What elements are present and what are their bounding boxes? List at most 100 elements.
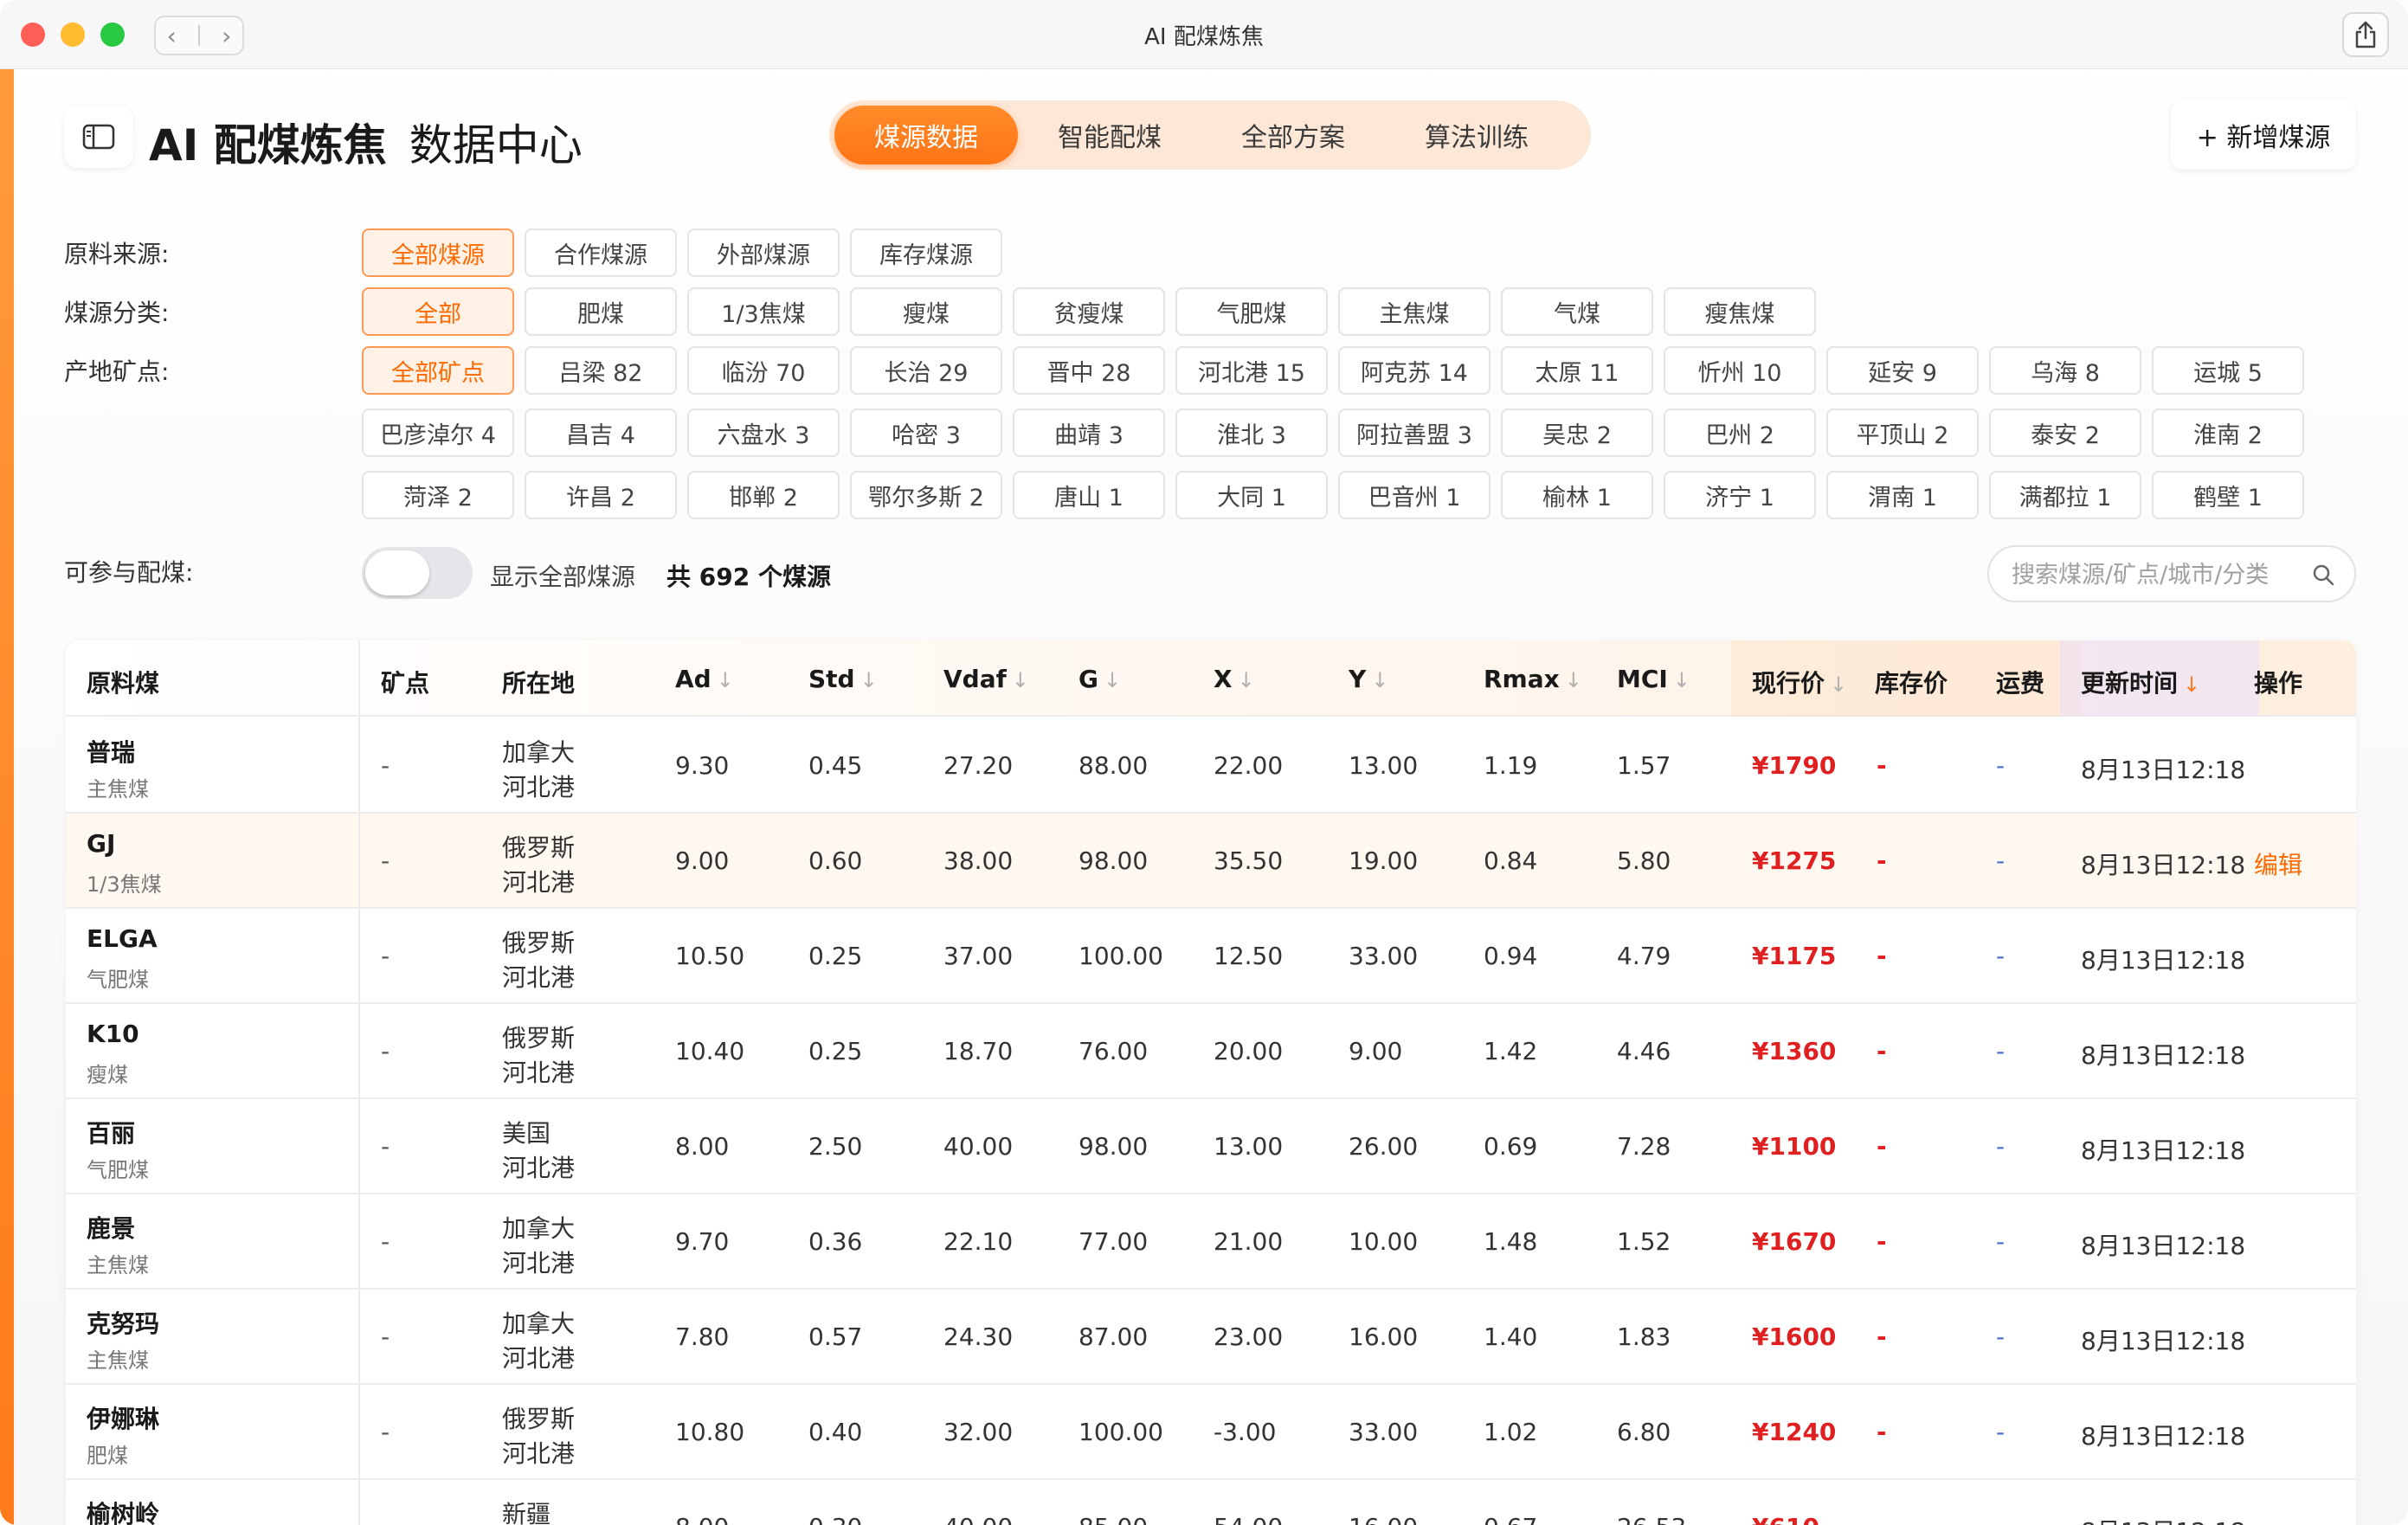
table-row[interactable]: 克努玛 主焦煤 - 加拿大 河北港 7.80 0.57 24.30 87.00 23.00 16.0… bbox=[66, 1290, 2356, 1385]
source-chip[interactable]: 全部煤源 bbox=[362, 228, 514, 277]
category-chip[interactable]: 1/3焦煤 bbox=[687, 287, 840, 336]
table-row[interactable]: GJ 1/3焦煤 - 俄罗斯 河北港 9.00 0.60 38.00 98.00 35.50 19.… bbox=[66, 814, 2356, 909]
share-button[interactable] bbox=[2342, 12, 2389, 57]
coal-port: 河北港 bbox=[502, 1439, 576, 1468]
origin-chip[interactable]: 唐山 1 bbox=[1013, 471, 1165, 519]
origin-chip[interactable]: 邯郸 2 bbox=[687, 471, 840, 519]
show-all-label: 显示全部煤源 bbox=[490, 563, 636, 591]
origin-chip[interactable]: 吕梁 82 bbox=[525, 346, 677, 395]
table-row[interactable]: 百丽 气肥煤 - 美国 河北港 8.00 2.50 40.00 98.00 13.00 26.00 0… bbox=[66, 1099, 2356, 1194]
origin-chip[interactable]: 阿克苏 14 bbox=[1338, 346, 1491, 395]
category-chip[interactable]: 全部 bbox=[362, 287, 514, 336]
origin-chip[interactable]: 乌海 8 bbox=[1989, 346, 2141, 395]
origin-chip[interactable]: 大同 1 bbox=[1175, 471, 1328, 519]
stock-price: - bbox=[1877, 1513, 1887, 1525]
origin-chip[interactable]: 晋中 28 bbox=[1013, 346, 1165, 395]
origin-chip[interactable]: 曲靖 3 bbox=[1013, 409, 1165, 457]
add-coal-source-button[interactable]: + 新增煤源 bbox=[2171, 100, 2356, 170]
origin-chip[interactable]: 渭南 1 bbox=[1826, 471, 1979, 519]
col-std[interactable]: Std ↓ bbox=[808, 665, 878, 693]
origin-chip[interactable]: 延安 9 bbox=[1826, 346, 1979, 395]
origin-chip[interactable]: 六盘水 3 bbox=[687, 409, 840, 457]
table-row[interactable]: 普瑞 主焦煤 - 加拿大 河北港 9.30 0.45 27.20 88.00 22.00 13.00… bbox=[66, 718, 2356, 814]
origin-chip[interactable]: 巴州 2 bbox=[1664, 409, 1816, 457]
origin-chip[interactable]: 吴忠 2 bbox=[1501, 409, 1653, 457]
source-chip[interactable]: 合作煤源 bbox=[525, 228, 677, 277]
category-chip[interactable]: 瘦煤 bbox=[850, 287, 1002, 336]
origin-chip[interactable]: 泰安 2 bbox=[1989, 409, 2141, 457]
origin-chip[interactable]: 全部矿点 bbox=[362, 346, 514, 395]
col-stock-price: 库存价 bbox=[1875, 669, 1948, 698]
origin-chip[interactable]: 淮南 2 bbox=[2152, 409, 2304, 457]
coal-name: 百丽 bbox=[87, 1119, 136, 1148]
table-row[interactable]: 伊娜琳 肥煤 - 俄罗斯 河北港 10.80 0.40 32.00 100.00 -3.00 33.… bbox=[66, 1385, 2356, 1480]
origin-chip[interactable]: 长治 29 bbox=[850, 346, 1002, 395]
col-y[interactable]: Y ↓ bbox=[1349, 665, 1388, 693]
coal-name: 鹿景 bbox=[87, 1214, 136, 1243]
cell-ad: 9.30 bbox=[675, 751, 730, 780]
tab-coal-data[interactable]: 煤源数据 bbox=[834, 106, 1018, 164]
freight: - bbox=[1996, 1322, 2006, 1351]
tab-all-plans[interactable]: 全部方案 bbox=[1201, 106, 1385, 164]
category-chip[interactable]: 气煤 bbox=[1501, 287, 1653, 336]
origin-chip[interactable]: 忻州 10 bbox=[1664, 346, 1816, 395]
col-vdaf[interactable]: Vdaf ↓ bbox=[943, 665, 1029, 693]
category-chip[interactable]: 肥煤 bbox=[525, 287, 677, 336]
origin-chip[interactable]: 阿拉善盟 3 bbox=[1338, 409, 1491, 457]
origin-chip[interactable]: 临汾 70 bbox=[687, 346, 840, 395]
col-price[interactable]: 现行价 ↓ bbox=[1752, 665, 1847, 699]
col-updated[interactable]: 更新时间 ↓ bbox=[2081, 665, 2200, 699]
origin-chip[interactable]: 淮北 3 bbox=[1175, 409, 1328, 457]
category-chip[interactable]: 主焦煤 bbox=[1338, 287, 1491, 336]
origin-chip[interactable]: 昌吉 4 bbox=[525, 409, 677, 457]
table-row[interactable]: 榆树岭 - 新疆 8.00 0.30 40.00 85.00 54.00 16.00 0.67 26… bbox=[66, 1480, 2356, 1525]
coal-mine: - bbox=[381, 751, 390, 780]
tab-algorithm-training[interactable]: 算法训练 bbox=[1385, 106, 1568, 164]
origin-chip[interactable]: 平顶山 2 bbox=[1826, 409, 1979, 457]
origin-chip[interactable]: 巴音州 1 bbox=[1338, 471, 1491, 519]
origin-chip[interactable]: 太原 11 bbox=[1501, 346, 1653, 395]
freight: - bbox=[1996, 1418, 2006, 1446]
origin-chip[interactable]: 鄂尔多斯 2 bbox=[850, 471, 1002, 519]
category-chip[interactable]: 贫瘦煤 bbox=[1013, 287, 1165, 336]
sidebar-toggle-button[interactable] bbox=[64, 106, 133, 168]
freight: - bbox=[1996, 942, 2006, 970]
col-rmax[interactable]: Rmax ↓ bbox=[1484, 665, 1582, 693]
source-chip[interactable]: 外部煤源 bbox=[687, 228, 840, 277]
search-icon[interactable] bbox=[2311, 563, 2335, 587]
col-x[interactable]: X ↓ bbox=[1214, 665, 1255, 693]
show-all-toggle[interactable] bbox=[362, 547, 473, 599]
page-title-sub: 数据中心 bbox=[409, 120, 583, 171]
search-input[interactable] bbox=[2012, 556, 2297, 594]
origin-chip[interactable]: 许昌 2 bbox=[525, 471, 677, 519]
col-updated-label: 更新时间 bbox=[2081, 669, 2179, 698]
cell-mci: 6.80 bbox=[1617, 1418, 1671, 1446]
coal-name: 伊娜琳 bbox=[87, 1405, 160, 1433]
origin-chip[interactable]: 河北港 15 bbox=[1175, 346, 1328, 395]
origin-chip[interactable]: 榆林 1 bbox=[1501, 471, 1653, 519]
col-g[interactable]: G ↓ bbox=[1078, 665, 1121, 693]
origin-chip[interactable]: 济宁 1 bbox=[1664, 471, 1816, 519]
table-row[interactable]: ELGA 气肥煤 - 俄罗斯 河北港 10.50 0.25 37.00 100.00 12.50 3… bbox=[66, 909, 2356, 1004]
category-chip[interactable]: 气肥煤 bbox=[1175, 287, 1328, 336]
origin-chip[interactable]: 鹤壁 1 bbox=[2152, 471, 2304, 519]
column-divider bbox=[358, 640, 360, 1525]
origin-chip[interactable]: 满都拉 1 bbox=[1989, 471, 2141, 519]
origin-chip[interactable]: 巴彦淖尔 4 bbox=[362, 409, 514, 457]
tab-smart-blend[interactable]: 智能配煤 bbox=[1018, 106, 1201, 164]
edit-button[interactable]: 编辑 bbox=[2254, 846, 2302, 881]
table-row[interactable]: 鹿景 主焦煤 - 加拿大 河北港 9.70 0.36 22.10 77.00 21.00 10.00… bbox=[66, 1194, 2356, 1290]
table-row[interactable]: K10 瘦煤 - 俄罗斯 河北港 10.40 0.25 18.70 76.00 20.00 9.00… bbox=[66, 1004, 2356, 1099]
cell-ad: 7.80 bbox=[675, 1322, 730, 1351]
category-chip[interactable]: 瘦焦煤 bbox=[1664, 287, 1816, 336]
origin-chip[interactable]: 菏泽 2 bbox=[362, 471, 514, 519]
source-chip[interactable]: 库存煤源 bbox=[850, 228, 1002, 277]
col-ad[interactable]: Ad ↓ bbox=[675, 665, 734, 693]
coal-country: 加拿大 bbox=[502, 1214, 576, 1243]
col-mci[interactable]: MCI ↓ bbox=[1617, 665, 1690, 693]
origin-chip[interactable]: 运城 5 bbox=[2152, 346, 2304, 395]
cell-rmax: 1.19 bbox=[1484, 751, 1538, 780]
origin-filter-label: 产地矿点: bbox=[64, 357, 170, 386]
source-filter-label: 原料来源: bbox=[64, 240, 170, 268]
origin-chip[interactable]: 哈密 3 bbox=[850, 409, 1002, 457]
